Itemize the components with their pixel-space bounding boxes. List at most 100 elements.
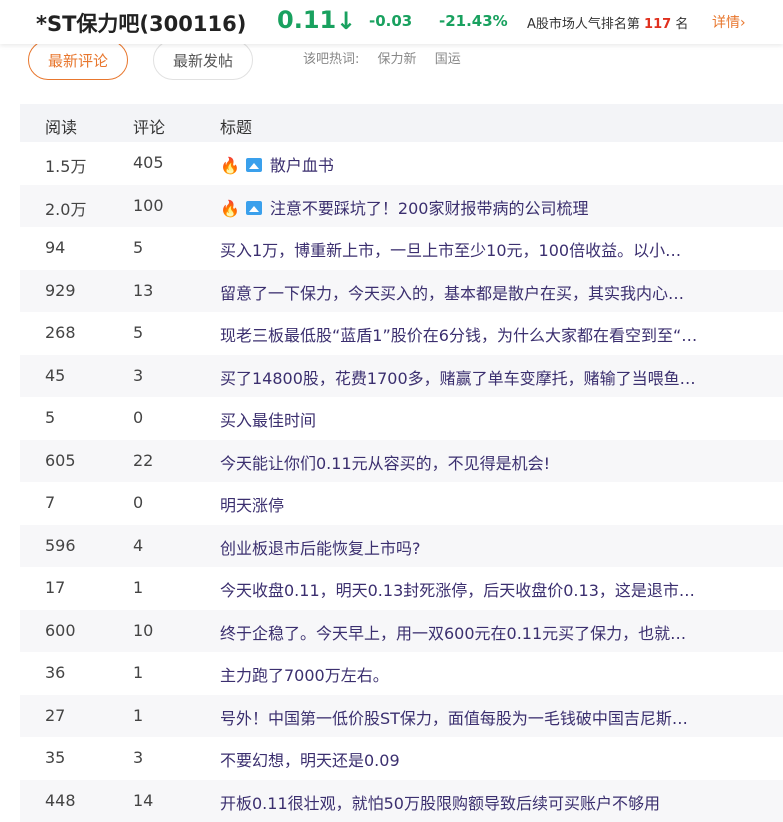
post-title: 今天收盘0.11，明天0.13封死涨停，后天收盘价0.13，这是退市… [220, 581, 695, 600]
read-count: 929 [45, 281, 76, 300]
table-row: 7 0 明天涨停 [20, 482, 783, 525]
comment-count: 1 [133, 706, 143, 725]
detail-label: 详情 [712, 15, 740, 31]
popularity-rank: A股市场人气排名第 117 名 [527, 13, 688, 32]
chevron-right-icon: › [740, 15, 746, 31]
hot-words-label: 该吧热词: [303, 52, 359, 67]
fire-icon: 🔥 [220, 199, 240, 218]
post-title-link[interactable]: 🔥 散户血书 [220, 152, 770, 176]
table-row: 50买入最佳时间 [20, 397, 783, 440]
table-row: 600 10 终于企稳了。今天早上，用一双600元在0.11元买了保力，也就… [20, 610, 783, 653]
read-count: 7 [45, 493, 55, 512]
post-title: 买了14800股，花费1700多，赌赢了单车变摩托，赌输了当喂鱼… [220, 369, 696, 388]
table-row: 17 1 今天收盘0.11，明天0.13封死涨停，后天收盘价0.13，这是退市… [20, 567, 783, 610]
post-title: 注意不要踩坑了！200家财报带病的公司梳理 [270, 199, 589, 218]
post-title: 明天涨停 [220, 496, 284, 515]
read-count: 17 [45, 578, 65, 597]
comment-count: 14 [133, 791, 153, 810]
post-title: 留意了一下保力，今天买入的，基本都是散户在买，其实我内心… [220, 284, 684, 303]
comment-count: 10 [133, 621, 153, 640]
hot-words: 该吧热词: 保力新 国运 [303, 48, 475, 67]
post-title: 创业板退市后能恢复上市吗? [220, 539, 421, 558]
comment-count: 100 [133, 196, 164, 215]
post-title-link[interactable]: 留意了一下保力，今天买入的，基本都是散户在买，其实我内心… [220, 280, 770, 304]
tab-latest-post[interactable]: 最新发帖 [153, 40, 253, 80]
read-count: 268 [45, 323, 76, 342]
comment-count: 3 [133, 748, 143, 767]
price-change-percent: -21.43% [439, 12, 508, 30]
detail-link[interactable]: 详情› [712, 12, 746, 32]
comment-count: 0 [133, 408, 143, 427]
table-row: 45 3 买了14800股，花费1700多，赌赢了单车变摩托，赌输了当喂鱼… [20, 355, 783, 398]
read-count: 596 [45, 536, 76, 555]
table-row: 1.5万 405 🔥 散户血书 [20, 142, 783, 185]
read-count: 2.0万 [45, 196, 86, 220]
table-row: 27 1 号外！中国第一低价股ST保力，面值每股为一毛钱破中国吉尼斯… [20, 695, 783, 738]
post-title-link[interactable]: 买入1万，博重新上市，一旦上市至少10元，100倍收益。以小… [220, 237, 770, 261]
table-row: 605 22 今天能让你们0.11元从容买的，不见得是机会! [20, 440, 783, 483]
post-title-link[interactable]: 创业板退市后能恢复上市吗? [220, 535, 770, 559]
table-row: 596 4 创业板退市后能恢复上市吗? [20, 525, 783, 568]
comment-count: 3 [133, 366, 143, 385]
post-title-link[interactable]: 开板0.11很壮观，就怕50万股限购额导致后续可买账户不够用 [220, 790, 770, 814]
read-count: 27 [45, 706, 65, 725]
tab-bar: 最新评论 最新发帖 该吧热词: 保力新 国运 [0, 44, 783, 86]
rank-number: 117 [644, 17, 671, 32]
post-title-link[interactable]: 今天能让你们0.11元从容买的，不见得是机会! [220, 450, 770, 474]
post-title-link[interactable]: 明天涨停 [220, 492, 770, 516]
post-title: 买入最佳时间 [220, 411, 316, 430]
comment-count: 4 [133, 536, 143, 555]
read-count: 45 [45, 366, 65, 385]
comment-count: 13 [133, 281, 153, 300]
comment-count: 22 [133, 451, 153, 470]
read-count: 1.5万 [45, 153, 86, 177]
hot-word[interactable]: 保力新 [378, 52, 417, 67]
tab-latest-comment[interactable]: 最新评论 [28, 40, 128, 80]
table-row: 2685现老三板最低股“蓝盾1”股价在6分钱，为什么大家都在看空到至“… [20, 312, 783, 355]
header-read: 阅读 [45, 114, 77, 138]
post-title: 散户血书 [270, 156, 334, 175]
read-count: 600 [45, 621, 76, 640]
post-title-link[interactable]: 不要幻想，明天还是0.09 [220, 747, 770, 771]
post-title: 今天能让你们0.11元从容买的，不见得是机会! [220, 454, 550, 473]
post-title-link[interactable]: 今天收盘0.11，明天0.13封死涨停，后天收盘价0.13，这是退市… [220, 577, 770, 601]
post-title-link[interactable]: 买了14800股，花费1700多，赌赢了单车变摩托，赌输了当喂鱼… [220, 365, 770, 389]
header-comments: 评论 [133, 114, 165, 138]
comment-count: 1 [133, 663, 143, 682]
post-title-link[interactable]: 终于企稳了。今天早上，用一双600元在0.11元买了保力，也就… [220, 620, 770, 644]
post-title: 主力跑了7000万左右。 [220, 666, 389, 685]
post-title-link[interactable]: 🔥 注意不要踩坑了！200家财报带病的公司梳理 [220, 195, 770, 219]
rank-suffix: 名 [675, 17, 688, 32]
post-title: 号外！中国第一低价股ST保力，面值每股为一毛钱破中国吉尼斯… [220, 709, 688, 728]
read-count: 35 [45, 748, 65, 767]
post-title-link[interactable]: 买入最佳时间 [220, 407, 770, 431]
stock-header: *ST保力吧(300116) 0.11 ↓ -0.03 -21.43% A股市场… [0, 0, 783, 44]
post-title: 开板0.11很壮观，就怕50万股限购额导致后续可买账户不够用 [220, 794, 660, 813]
read-count: 448 [45, 791, 76, 810]
rank-prefix: A股市场人气排名第 [527, 17, 640, 32]
post-title: 买入1万，博重新上市，一旦上市至少10元，100倍收益。以小… [220, 241, 681, 260]
table-row: 35 3 不要幻想，明天还是0.09 [20, 737, 783, 780]
post-title-link[interactable]: 主力跑了7000万左右。 [220, 662, 770, 686]
down-arrow-icon: ↓ [336, 7, 356, 35]
post-title: 终于企稳了。今天早上，用一双600元在0.11元买了保力，也就… [220, 624, 686, 643]
table-row: 36 1 主力跑了7000万左右。 [20, 652, 783, 695]
read-count: 94 [45, 238, 65, 257]
comment-count: 405 [133, 153, 164, 172]
read-count: 36 [45, 663, 65, 682]
stock-name[interactable]: *ST保力吧(300116) [36, 8, 246, 38]
table-row: 2.0万 100 🔥 注意不要踩坑了！200家财报带病的公司梳理 [20, 185, 783, 228]
comment-count: 1 [133, 578, 143, 597]
header-title: 标题 [220, 114, 252, 138]
post-title: 不要幻想，明天还是0.09 [220, 751, 400, 770]
comment-count: 5 [133, 238, 143, 257]
table-row: 94 5 买入1万，博重新上市，一旦上市至少10元，100倍收益。以小… [20, 227, 783, 270]
hot-word[interactable]: 国运 [435, 52, 461, 67]
read-count: 605 [45, 451, 76, 470]
post-title-link[interactable]: 现老三板最低股“蓝盾1”股价在6分钱，为什么大家都在看空到至“… [220, 322, 770, 346]
comment-count: 0 [133, 493, 143, 512]
fire-icon: 🔥 [220, 156, 240, 175]
image-icon [246, 201, 262, 215]
post-title-link[interactable]: 号外！中国第一低价股ST保力，面值每股为一毛钱破中国吉尼斯… [220, 705, 770, 729]
table-header: 阅读 评论 标题 [20, 104, 783, 142]
